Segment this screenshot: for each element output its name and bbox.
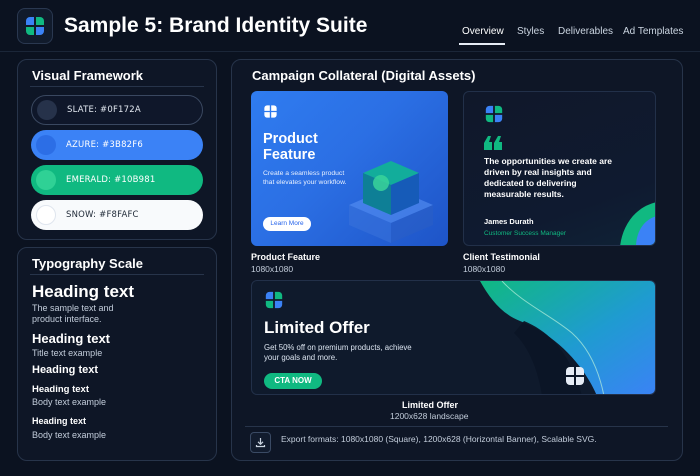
product-body: Create a seamless product that elevates … (263, 170, 347, 186)
heading-level-1-body: The sample text and product interface. (32, 303, 114, 324)
heading-level-2: Heading text (32, 331, 111, 346)
product-headline: Product Feature (263, 131, 318, 163)
offer-body: Get 50% off on premium products, achieve… (264, 343, 412, 362)
swatch-dot (36, 170, 56, 190)
corner-decoration (620, 202, 655, 245)
testimonial-name: James Durath (484, 217, 534, 226)
swatch-label: EMERALD: #10B981 (66, 175, 156, 185)
swatch-dot (36, 135, 56, 155)
swatch-dot (36, 205, 56, 225)
brand-logo-icon (265, 291, 283, 309)
product-feature-card[interactable]: Product Feature Create a seamless produc… (251, 91, 448, 246)
tab-overview[interactable]: Overview (462, 26, 504, 37)
tab-styles[interactable]: Styles (517, 26, 544, 37)
heading-level-4: Heading text (32, 384, 90, 395)
heading-level-5: Heading text (32, 416, 87, 426)
tab-bar: Overview Styles Deliverables Ad Template… (0, 26, 700, 46)
testimonial-quote: The opportunities we create are driven b… (484, 156, 613, 199)
visual-framework-title: Visual Framework (32, 68, 144, 83)
swatch-azure[interactable]: AZURE: #3B82F6 (31, 130, 203, 160)
product-size: 1080x1080 (251, 264, 294, 274)
offer-caption: Limited Offer (402, 400, 459, 410)
limited-offer-banner[interactable]: Limited Offer Get 50% off on premium pro… (251, 280, 656, 395)
testimonial-size: 1080x1080 (463, 264, 506, 274)
brand-logo-icon (566, 367, 584, 385)
quote-mark-icon (484, 136, 502, 150)
learn-more-button[interactable]: Learn More (263, 217, 311, 231)
client-testimonial-card[interactable]: The opportunities we create are driven b… (463, 91, 656, 246)
download-icon[interactable] (250, 432, 271, 453)
brand-logo-icon (264, 105, 277, 118)
export-formats-text: Export formats: 1080x1080 (Square), 1200… (281, 434, 597, 444)
swatch-label: AZURE: #3B82F6 (66, 140, 143, 150)
cube-illustration (349, 161, 433, 243)
campaign-collateral-title: Campaign Collateral (Digital Assets) (252, 68, 476, 83)
divider (30, 274, 204, 275)
divider (30, 86, 204, 87)
cta-now-button[interactable]: CTA NOW (264, 373, 322, 389)
heading-level-4-body: Body text example (32, 397, 107, 407)
testimonial-role: Customer Success Manager (484, 230, 567, 237)
tab-ad-templates[interactable]: Ad Templates (623, 26, 683, 37)
brand-logo-icon (485, 105, 503, 123)
heading-level-2-body: Title text example (32, 348, 103, 358)
divider (245, 426, 668, 427)
swatch-label: SLATE: #0F172A (67, 105, 141, 115)
typography-scale-title: Typography Scale (32, 256, 144, 271)
offer-size: 1200x628 landscape (390, 411, 469, 421)
swatch-dot (37, 100, 57, 120)
active-tab-indicator (459, 43, 505, 45)
heading-level-5-body: Body text example (32, 430, 107, 440)
heading-level-1: Heading text (32, 282, 135, 301)
swatch-snow[interactable]: SNOW: #F8FAFC (31, 200, 203, 230)
swatch-label: SNOW: #F8FAFC (66, 210, 139, 220)
swatch-emerald[interactable]: EMERALD: #10B981 (31, 165, 203, 195)
tab-deliverables[interactable]: Deliverables (558, 26, 613, 37)
product-caption: Product Feature (251, 252, 321, 262)
testimonial-caption: Client Testimonial (463, 252, 540, 262)
offer-headline: Limited Offer (264, 318, 370, 337)
swatch-slate[interactable]: SLATE: #0F172A (31, 95, 203, 125)
heading-level-3: Heading text (32, 364, 99, 376)
